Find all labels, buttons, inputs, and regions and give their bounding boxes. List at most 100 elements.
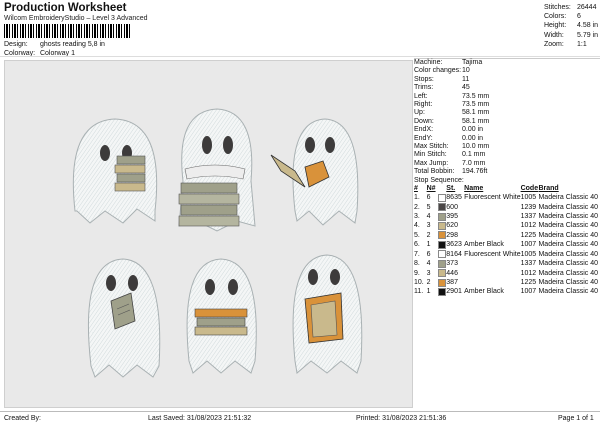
info-max-stitch: Max Stitch: 10.0 mm — [414, 143, 490, 151]
design-stats: Stitches: 26444 Colors: 6 Height: 4.58 in W… — [544, 3, 598, 49]
info-down: Down: 58.1 mm — [414, 117, 490, 125]
stop-sequence-row: 5. 2 298 1225 Madeira Classic 40 — [414, 231, 598, 240]
color-swatch — [437, 222, 446, 230]
ghost-reading-orange-book — [270, 118, 359, 226]
stop-num: 5. — [414, 231, 420, 239]
stop-num: 8. — [414, 260, 420, 268]
stop-sequence-label: Stop Sequence: — [414, 176, 464, 184]
needle-num: 1 — [426, 241, 431, 249]
info-left: Left: 73.5 mm — [414, 92, 490, 100]
stitch-count: 2901 — [446, 288, 462, 296]
info-trims: Trims: 45 — [414, 84, 470, 92]
footer: Created By: Last Saved: 31/08/2023 21:51… — [0, 411, 600, 425]
stop-num: 10. — [414, 279, 424, 287]
needle-num: 1 — [426, 288, 431, 296]
needle-num: 4 — [426, 260, 431, 268]
thread-brand: Madeira Classic 40 — [538, 212, 598, 220]
stop-sequence-row: 2. 5 600 1239 Madeira Classic 40 — [414, 203, 598, 212]
stop-sequence-row: 6. 1 3623 Amber Black 1007 Madeira Classic 40 — [414, 240, 598, 250]
stop-sequence-row: 11. 1 2901 Amber Black 1007 Madeira Classic 4… — [414, 288, 598, 297]
info-color-changes: Color changes: 10 — [414, 67, 470, 75]
needle-num: 4 — [426, 212, 431, 220]
info-total-bobbin: Total Bobbin: 194.76ft — [414, 168, 488, 176]
stop-num: 2. — [414, 203, 420, 211]
stitch-count: 8164 — [446, 250, 462, 258]
stat-colors: Colors: 6 — [544, 13, 581, 21]
info-endy: EndY: 0.00 in — [414, 134, 484, 142]
stop-num: 9. — [414, 269, 420, 277]
info-up: Up: 58.1 mm — [414, 109, 490, 117]
thread-code: 1005 — [520, 250, 537, 258]
thread-name — [464, 222, 520, 231]
stop-sequence-row: 9. 3 446 1012 Madeira Classic 40 — [414, 269, 598, 278]
stitch-count: 373 — [446, 260, 458, 268]
stop-sequence-row: 8. 4 373 1337 Madeira Classic 40 — [414, 259, 598, 269]
stop-sequence-row: 4. 3 620 1012 Madeira Classic 40 — [414, 222, 598, 231]
ghosts-artwork — [72, 108, 363, 378]
thread-code: 1337 — [520, 212, 537, 220]
thread-brand: Madeira Classic 40 — [538, 250, 598, 258]
needle-num: 3 — [426, 222, 431, 230]
machine-info-panel: Machine: Tajima Color changes: 10 Stops: 11… — [414, 59, 598, 298]
color-swatch — [437, 240, 446, 249]
stop-num: 6. — [414, 241, 420, 249]
software-subtitle: Wilcom EmbroideryStudio – Level 3 Advanc… — [4, 15, 148, 22]
stop-sequence-header: # N# St. Name Code Brand — [414, 185, 559, 193]
stitch-count: 446 — [446, 269, 458, 277]
thread-brand: Madeira Classic 40 — [538, 269, 598, 277]
needle-num: 2 — [426, 231, 431, 239]
thread-code: 1225 — [520, 279, 537, 287]
thread-code: 1225 — [520, 231, 537, 239]
design-label: Design: — [4, 41, 28, 48]
ghost-reading-grey-book — [88, 258, 161, 378]
needle-num: 3 — [426, 269, 431, 277]
thread-name: Amber Black — [464, 288, 504, 296]
barcode — [4, 24, 130, 38]
thread-code: 1007 — [520, 288, 537, 296]
thread-name — [464, 231, 520, 240]
stitch-count: 298 — [446, 231, 458, 239]
stitch-count: 387 — [446, 279, 458, 287]
color-swatch — [437, 288, 446, 297]
color-swatch — [437, 212, 446, 221]
footer-created-by: Created By: — [4, 415, 41, 422]
stop-num: 1. — [414, 194, 420, 202]
thread-brand: Madeira Classic 40 — [538, 203, 598, 211]
footer-printed: Printed: 31/08/2023 21:51:36 — [356, 415, 447, 422]
stitch-count: 600 — [446, 203, 458, 211]
thread-name: Amber Black — [464, 241, 504, 249]
thread-brand: Madeira Classic 40 — [538, 241, 598, 249]
stop-sequence-row: 3. 4 395 1337 Madeira Classic 40 — [414, 212, 598, 222]
stop-num: 3. — [414, 212, 420, 220]
color-swatch — [437, 269, 446, 278]
stitch-count: 620 — [446, 222, 458, 230]
header-divider — [0, 56, 600, 57]
needle-num: 2 — [426, 279, 431, 287]
stat-zoom: Zoom: 1:1 — [544, 40, 587, 48]
thread-brand: Madeira Classic 40 — [538, 260, 598, 268]
thread-name: Fluorescent White — [464, 194, 521, 202]
thread-name — [464, 203, 520, 212]
thread-name — [464, 213, 520, 222]
stop-sequence-row: 1. 6 8635 Fluorescent White 1005 Madeira Clas… — [414, 193, 598, 203]
color-swatch — [437, 278, 446, 287]
footer-page: Page 1 of 1 — [558, 415, 594, 422]
info-stops: Stops: 11 — [414, 75, 470, 83]
info-endx: EndX: 0.00 in — [414, 126, 484, 134]
thread-name — [464, 269, 520, 278]
stop-num: 4. — [414, 222, 420, 230]
thread-brand: Madeira Classic 40 — [538, 222, 598, 230]
design-value: ghosts reading 5,8 in — [39, 41, 105, 48]
stop-num: 11. — [414, 288, 424, 296]
stat-width: Width: 5.79 in — [544, 31, 599, 39]
stop-sequence-table: # N# St. Name Code Brand 1. 6 8635 Fluoresc… — [414, 185, 598, 297]
needle-num: 5 — [426, 203, 431, 211]
info-right: Right: 73.5 mm — [414, 101, 490, 109]
ghost-on-book-pile — [178, 108, 256, 232]
stitch-count: 8635 — [446, 194, 462, 202]
info-min-stitch: Min Stitch: 0.1 mm — [414, 151, 486, 159]
thread-brand: Madeira Classic 40 — [538, 194, 598, 202]
ghost-holding-stack — [186, 258, 257, 374]
design-row: Design: ghosts reading 5,8 in — [4, 41, 105, 48]
thread-code: 1012 — [520, 269, 537, 277]
